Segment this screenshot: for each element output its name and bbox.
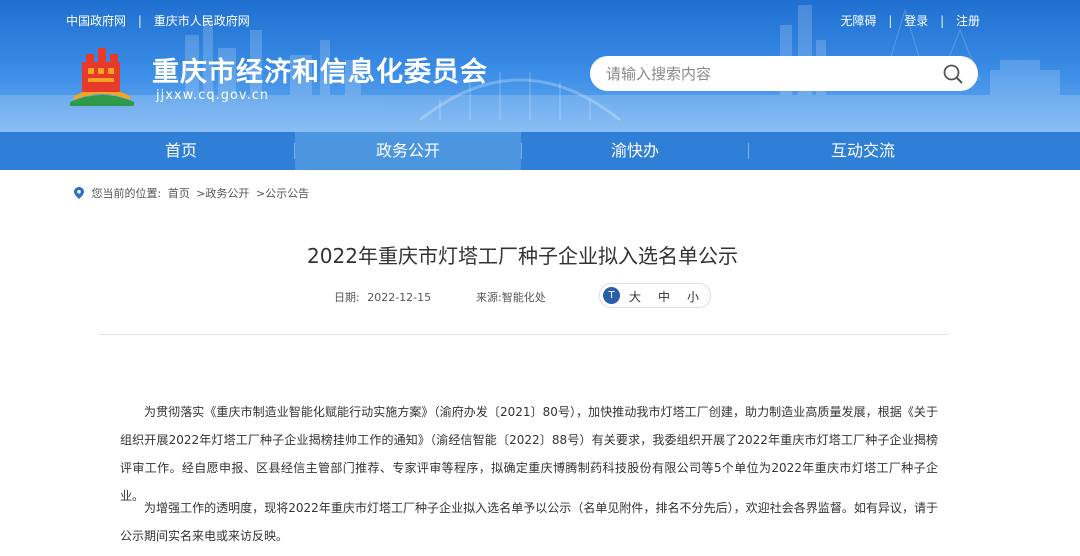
article-date: 日期: 2022-12-15 — [334, 289, 431, 305]
date-value: 2022-12-15 — [367, 291, 432, 304]
breadcrumb: 您当前的位置: 首页 >政务公开 >公示公告 — [74, 185, 312, 201]
nav-item-yukuaiban[interactable]: 渝快办 — [522, 132, 748, 170]
top-links-right: 无障碍 | 登录 | 注册 — [833, 12, 980, 29]
site-url: jjxxw.cq.gov.cn — [156, 88, 270, 103]
search-box — [590, 56, 978, 91]
font-size-large-button[interactable]: 大 — [629, 288, 641, 305]
top-link-separator: | — [888, 14, 893, 28]
top-link-separator: | — [940, 14, 945, 28]
register-link[interactable]: 注册 — [956, 14, 980, 28]
top-link-separator: | — [137, 14, 142, 28]
login-link[interactable]: 登录 — [904, 14, 928, 28]
article-title: 2022年重庆市灯塔工厂种子企业拟入选名单公示 — [307, 244, 738, 268]
article-paragraph: 为增强工作的透明度，现将2022年重庆市灯塔工厂种子企业拟入选名单予以公示（名单… — [120, 501, 938, 543]
breadcrumb-home[interactable]: 首页 — [168, 187, 190, 200]
article-source: 来源:智能化处 — [476, 289, 546, 305]
top-links-left: 中国政府网 | 重庆市人民政府网 — [66, 12, 258, 29]
site-header: 中国政府网 | 重庆市人民政府网 无障碍 | 登录 | 注册 重庆市经济和信息化… — [0, 0, 1080, 132]
breadcrumb-prefix: 您当前的位置: — [91, 187, 162, 200]
source-label: 来源: — [476, 291, 502, 304]
nav-item-interaction[interactable]: 互动交流 — [749, 132, 977, 170]
font-size-icon: T — [603, 287, 620, 304]
font-size-switcher: T 大 中 小 — [599, 283, 711, 308]
search-icon[interactable] — [942, 63, 964, 85]
source-value: 智能化处 — [501, 291, 546, 304]
font-size-medium-button[interactable]: 中 — [658, 288, 670, 305]
date-label: 日期: — [334, 291, 360, 304]
nav-item-gov-affairs[interactable]: 政务公开 — [295, 132, 521, 170]
title-divider — [98, 334, 948, 335]
accessibility-link[interactable]: 无障碍 — [841, 14, 877, 28]
gov-portal-link[interactable]: 中国政府网 — [66, 14, 126, 28]
location-pin-icon — [74, 187, 84, 199]
site-logo-icon[interactable] — [68, 44, 136, 106]
search-input[interactable] — [604, 62, 928, 86]
breadcrumb-gov-affairs[interactable]: >政务公开 — [196, 187, 249, 200]
site-title[interactable]: 重庆市经济和信息化委员会 — [152, 50, 488, 89]
main-nav: 首页 政务公开 渝快办 互动交流 — [0, 132, 1080, 170]
cq-gov-link[interactable]: 重庆市人民政府网 — [154, 14, 250, 28]
nav-item-home[interactable]: 首页 — [68, 132, 294, 170]
breadcrumb-notices[interactable]: >公示公告 — [256, 187, 309, 200]
font-size-small-button[interactable]: 小 — [687, 288, 699, 305]
